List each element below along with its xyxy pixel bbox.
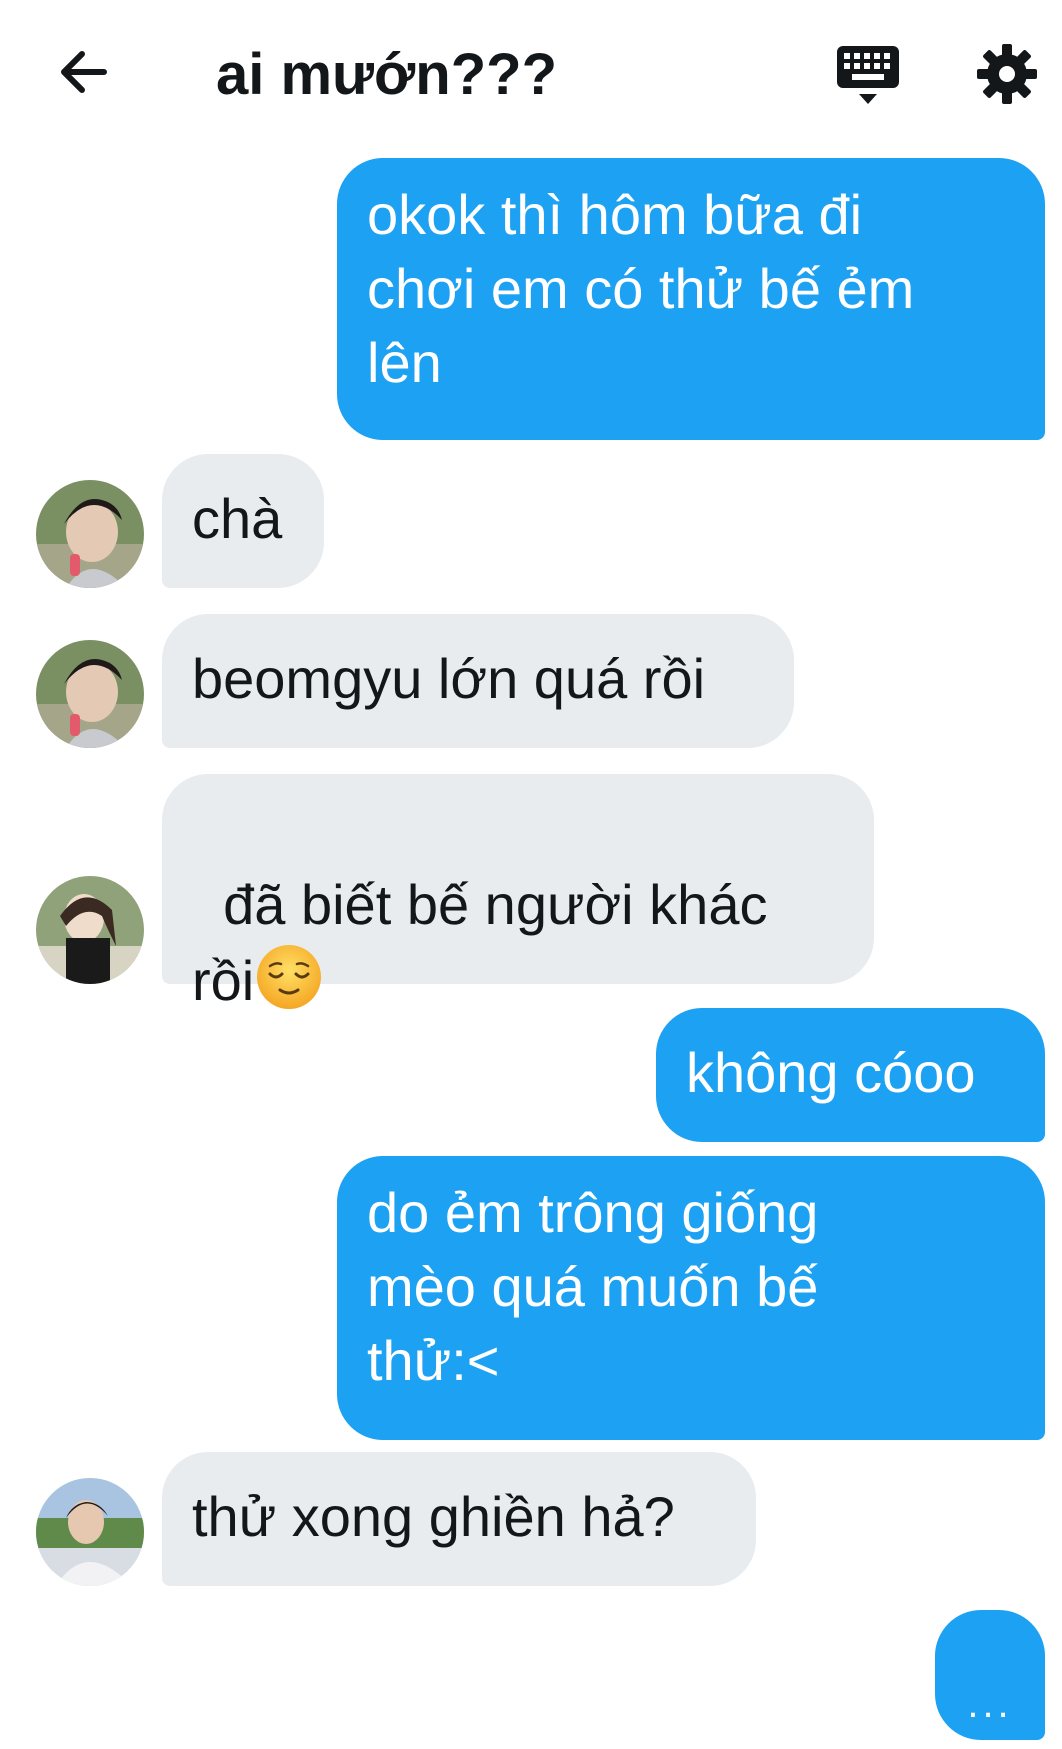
arrow-left-icon [61, 51, 107, 93]
avatar[interactable] [36, 1478, 144, 1586]
keyboard-icon [837, 46, 899, 104]
relieved-face-emoji-icon [257, 945, 322, 1009]
conversation-title: ai mướn??? [216, 42, 558, 107]
received-message-bubble[interactable]: đã biết bế người khác rồi [162, 774, 874, 1012]
typing-indicator: ... [935, 1610, 1045, 1740]
avatar[interactable] [36, 640, 144, 748]
keyboard-button[interactable] [835, 44, 901, 108]
typing-dots: ... [967, 1682, 1013, 1726]
back-button[interactable] [56, 44, 112, 100]
settings-button[interactable] [975, 42, 1039, 106]
sent-message-bubble[interactable]: không cóoo [656, 1008, 1045, 1142]
received-message-bubble[interactable]: chà [162, 454, 324, 588]
sent-message-bubble[interactable]: do ẻm trông giống mèo quá muốn bế thử:< [337, 1156, 1045, 1440]
chat-header: ai mướn??? [0, 0, 1062, 150]
received-message-bubble[interactable]: thử xong ghiền hả? [162, 1452, 756, 1586]
avatar[interactable] [36, 480, 144, 588]
sent-message-bubble[interactable]: okok thì hôm bữa đi chơi em có thử bế ẻm… [337, 158, 1045, 440]
received-message-bubble[interactable]: beomgyu lớn quá rồi [162, 614, 794, 748]
avatar[interactable] [36, 876, 144, 984]
gear-icon [977, 44, 1037, 104]
